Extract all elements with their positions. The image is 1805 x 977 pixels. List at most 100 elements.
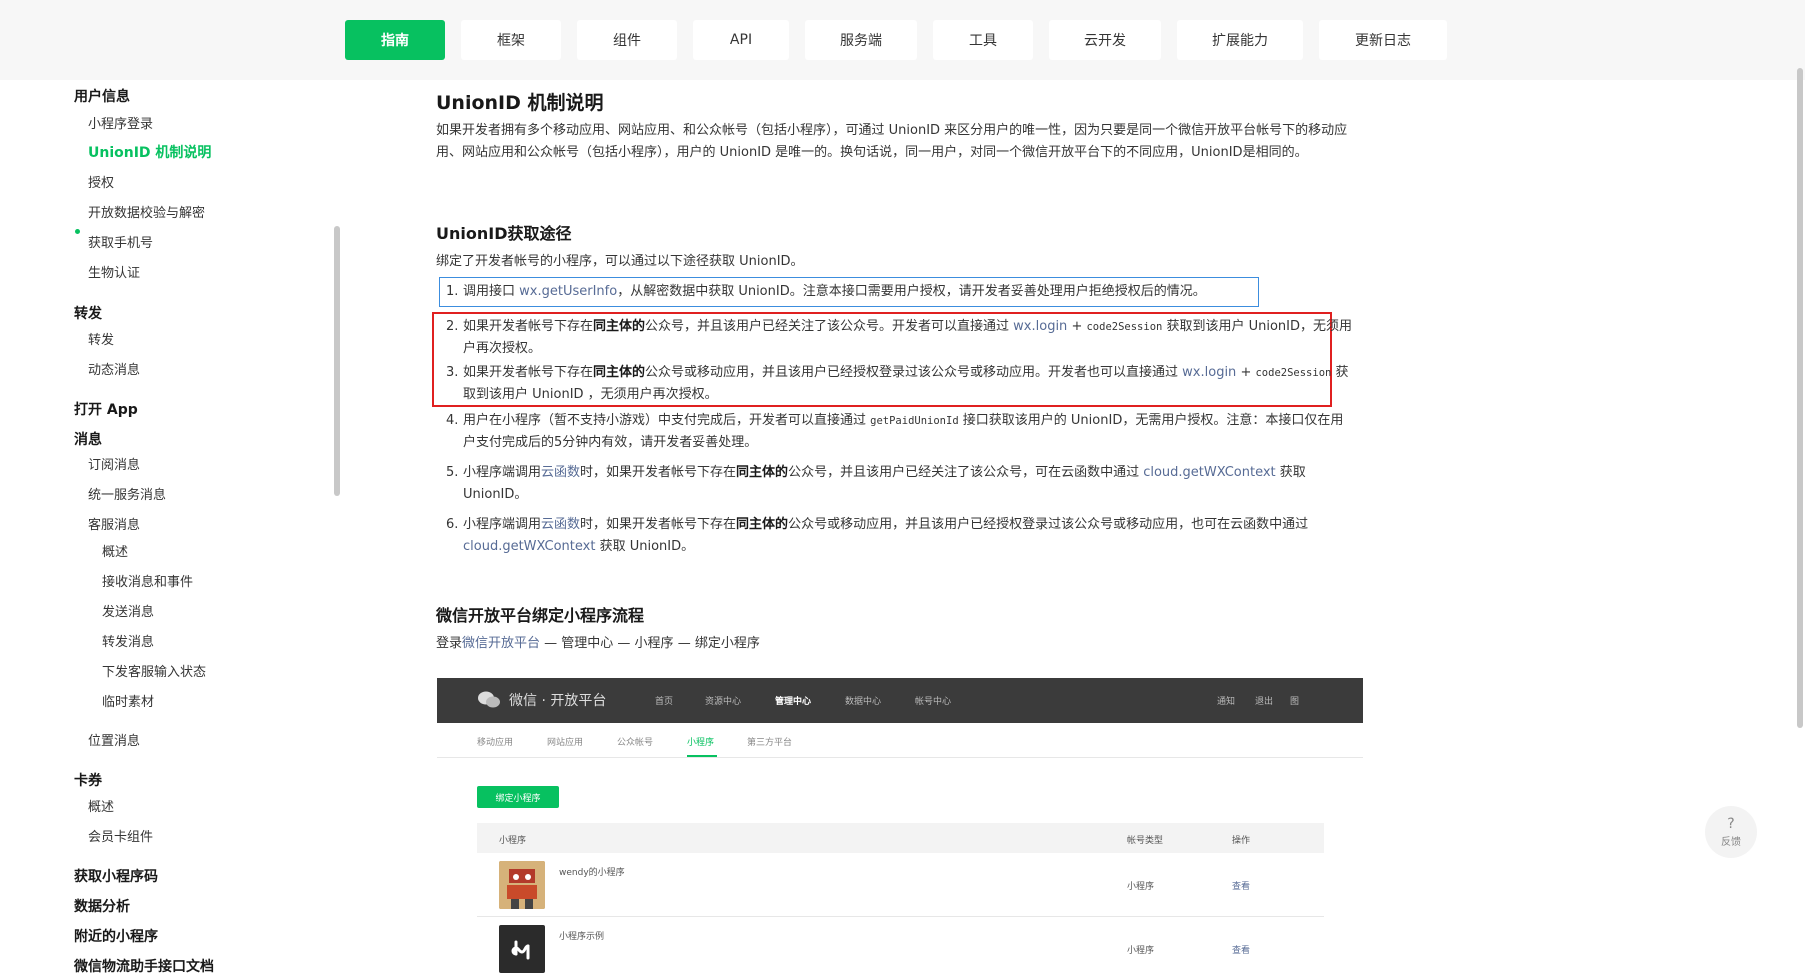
sidebar-item-dynamic-message[interactable]: 动态消息 <box>88 359 140 378</box>
sidebar-subitem-typing[interactable]: 下发客服输入状态 <box>102 661 206 680</box>
miniprogram-type: 小程序 <box>1127 882 1155 892</box>
tab-tools[interactable]: 工具 <box>933 20 1033 60</box>
sidebar-item-open-data[interactable]: 开放数据校验与解密 <box>88 202 205 221</box>
sidebar-subitem-forward[interactable]: 转发消息 <box>102 631 154 650</box>
sidebar-item-customer-message[interactable]: 客服消息 <box>88 514 140 533</box>
link-wx-login[interactable]: wx.login <box>1013 319 1067 334</box>
sidebar-section-share[interactable]: 转发 <box>74 303 102 323</box>
sidebar-item-login[interactable]: 小程序登录 <box>88 113 153 132</box>
tab-server[interactable]: 服务端 <box>805 20 917 60</box>
code-snippet: code2Session <box>1255 367 1332 379</box>
open-platform-screenshot: 微信 · 开放平台 首页 资源中心 管理中心 数据中心 帐号中心 通知 退出 图… <box>437 678 1363 977</box>
list-number: 3. <box>446 365 459 380</box>
sidebar-item-share[interactable]: 转发 <box>88 329 114 348</box>
sidebar-subitem-overview[interactable]: 概述 <box>102 541 128 560</box>
link-getuserinfo[interactable]: wx.getUserInfo <box>519 284 617 299</box>
shot-nav-manage: 管理中心 <box>775 697 812 707</box>
sidebar-scrollbar[interactable] <box>334 226 340 496</box>
shot-nav-home: 首页 <box>655 697 674 707</box>
text-fragment: 公众号，并且该用户已经关注了该公众号，可在云函数中通过 <box>788 465 1144 480</box>
shot-nav-data: 数据中心 <box>845 697 882 707</box>
text-fragment: 时，如果开发者帐号下存在 <box>580 517 737 532</box>
sidebar-section-analysis[interactable]: 数据分析 <box>74 896 130 916</box>
sidebar-section-logistics[interactable]: 微信物流助手接口文档 <box>74 956 214 976</box>
tab-changelog[interactable]: 更新日志 <box>1319 20 1447 60</box>
code-snippet: getPaidUnionId <box>870 415 959 427</box>
miniprogram-type: 小程序 <box>1127 946 1155 956</box>
tab-components[interactable]: 组件 <box>577 20 677 60</box>
sidebar-item-member-card[interactable]: 会员卡组件 <box>88 826 153 845</box>
sidebar-subitem-temp-media[interactable]: 临时素材 <box>102 691 154 710</box>
sidebar-section-nearby[interactable]: 附近的小程序 <box>74 926 158 946</box>
miniprogram-name: wendy的小程序 <box>559 868 625 878</box>
list-text: 如果开发者帐号下存在同主体的公众号，并且该用户已经关注了该公众号。开发者可以直接… <box>463 316 1356 360</box>
tab-framework[interactable]: 框架 <box>461 20 561 60</box>
screenshot-tabs: 移动应用 网站应用 公众帐号 小程序 第三方平台 <box>437 723 1363 758</box>
sidebar-item-authorize[interactable]: 授权 <box>88 172 114 191</box>
link-getwxcontext[interactable]: cloud.getWXContext <box>463 539 595 554</box>
logo-text: 微信 · 开放平台 <box>509 693 607 709</box>
tab-guide[interactable]: 指南 <box>345 20 445 60</box>
sidebar-section-card[interactable]: 卡券 <box>74 770 102 790</box>
text-fragment: 登录 <box>436 636 463 651</box>
sidebar-subitem-receive[interactable]: 接收消息和事件 <box>102 571 193 590</box>
sidebar-item-uniform-message[interactable]: 统一服务消息 <box>88 484 166 503</box>
page-scrollbar[interactable] <box>1797 68 1803 728</box>
sidebar-item-card-overview[interactable]: 概述 <box>88 796 114 815</box>
open-platform-logo: 微信 · 开放平台 <box>477 690 606 710</box>
sidebar-section-user-info[interactable]: 用户信息 <box>74 86 130 106</box>
sidebar-item-unionid[interactable]: UnionID 机制说明 <box>88 142 211 162</box>
section-description: 绑定了开发者帐号的小程序，可以通过以下途径获取 UnionID。 <box>436 254 804 269</box>
top-navigation: 指南 框架 组件 API 服务端 工具 云开发 扩展能力 更新日志 <box>0 0 1805 80</box>
link-open-platform[interactable]: 微信开放平台 <box>462 636 540 651</box>
sidebar-section-message[interactable]: 消息 <box>74 429 102 449</box>
list-number: 1. <box>446 284 459 299</box>
tab-cloud-dev[interactable]: 云开发 <box>1049 20 1161 60</box>
feedback-label: 反馈 <box>1721 836 1741 848</box>
text-fragment: 如果开发者帐号下存在 <box>463 319 594 334</box>
link-wx-login[interactable]: wx.login <box>1182 365 1236 380</box>
text-fragment: 用户在小程序（暂不支持小游戏）中支付完成后，开发者可以直接通过 <box>463 413 871 428</box>
list-text: 小程序端调用云函数时，如果开发者帐号下存在同主体的公众号或移动应用，并且该用户已… <box>463 514 1356 558</box>
current-indicator-dot <box>75 229 80 234</box>
sidebar-item-subscribe[interactable]: 订阅消息 <box>88 454 140 473</box>
shot-tab-web: 网站应用 <box>547 738 584 748</box>
nav-tabs: 指南 框架 组件 API 服务端 工具 云开发 扩展能力 更新日志 <box>345 20 1447 60</box>
shot-col-name: 小程序 <box>499 836 527 846</box>
list-text: 小程序端调用云函数时，如果开发者帐号下存在同主体的公众号，并且该用户已经关注了该… <box>463 462 1356 506</box>
sidebar-subitem-send[interactable]: 发送消息 <box>102 601 154 620</box>
feedback-button[interactable]: ? 反馈 <box>1705 806 1757 858</box>
link-cloud-function[interactable]: 云函数 <box>541 517 580 532</box>
shot-logout: 退出 <box>1255 697 1274 707</box>
shot-tab-official: 公众帐号 <box>617 738 654 748</box>
shot-col-action: 操作 <box>1232 836 1251 846</box>
miniprogram-logo-icon <box>511 940 530 960</box>
bind-flow-steps: 登录微信开放平台 — 管理中心 — 小程序 — 绑定小程序 <box>436 633 1356 655</box>
tab-extensions[interactable]: 扩展能力 <box>1177 20 1303 60</box>
bold-text: 同主体的 <box>593 319 646 334</box>
shot-tab-miniprogram: 小程序 <box>687 738 715 748</box>
sidebar-section-qrcode[interactable]: 获取小程序码 <box>74 866 158 886</box>
view-link: 查看 <box>1232 882 1251 892</box>
link-getwxcontext[interactable]: cloud.getWXContext <box>1143 465 1275 480</box>
intro-paragraph: 如果开发者拥有多个移动应用、网站应用、和公众帐号（包括小程序），可通过 Unio… <box>436 123 1348 160</box>
list-number: 5. <box>446 465 459 480</box>
screenshot-header: 微信 · 开放平台 首页 资源中心 管理中心 数据中心 帐号中心 通知 退出 图 <box>437 678 1363 723</box>
sidebar-section-open-app[interactable]: 打开 App <box>74 399 138 419</box>
code-snippet: code2Session <box>1086 321 1163 333</box>
miniprogram-name: 小程序示例 <box>559 932 605 942</box>
page-title: UnionID 机制说明 <box>436 92 604 114</box>
bold-text: 同主体的 <box>736 465 789 480</box>
link-cloud-function[interactable]: 云函数 <box>541 465 580 480</box>
list-number: 4. <box>446 413 459 428</box>
sidebar-item-biometric[interactable]: 生物认证 <box>88 262 140 281</box>
sidebar-item-location-message[interactable]: 位置消息 <box>88 730 140 749</box>
shot-table-header: 小程序 帐号类型 操作 <box>477 823 1324 853</box>
shot-tab-thirdparty: 第三方平台 <box>747 738 793 748</box>
shot-notify: 通知 <box>1217 697 1236 707</box>
sidebar-item-phone[interactable]: 获取手机号 <box>88 232 153 251</box>
text-fragment: + <box>1067 319 1087 334</box>
tab-api[interactable]: API <box>693 20 789 60</box>
text-fragment: 公众号或移动应用，并且该用户已经授权登录过该公众号或移动应用，也可在云函数中通过 <box>788 517 1309 532</box>
miniprogram-thumbnail <box>499 861 545 909</box>
